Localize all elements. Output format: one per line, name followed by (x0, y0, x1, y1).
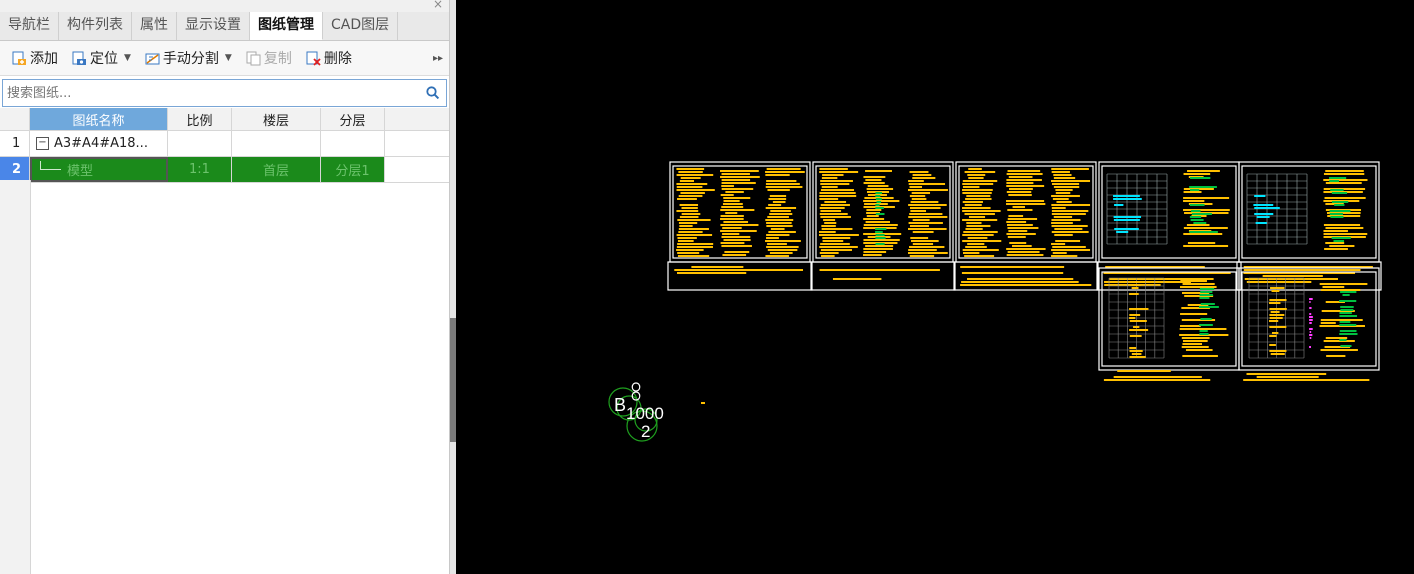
collapse-toggle-icon[interactable]: − (36, 137, 49, 150)
drawing-table: 图纸名称 比例 楼层 分层 1 − A3#A4#A18... 2 模型 1:1 … (0, 108, 449, 574)
table-row[interactable]: 1 − A3#A4#A18... (0, 131, 449, 157)
marker-label-a: B (614, 395, 626, 415)
drawing-manager-panel: × 导航栏 构件列表 属性 显示设置 图纸管理 CAD图层 添加 定位 ▼ 手动… (0, 0, 450, 574)
drawing-name-cell[interactable]: − A3#A4#A18... (30, 131, 168, 156)
tab-display-settings[interactable]: 显示设置 (177, 12, 250, 40)
tab-cad-layers[interactable]: CAD图层 (323, 12, 399, 40)
tree-branch-line (40, 161, 61, 170)
layer-cell[interactable] (321, 131, 385, 156)
layer-cell[interactable]: 分层1 (321, 157, 385, 182)
panel-title-strip: × (0, 0, 449, 12)
floor-cell[interactable] (232, 131, 321, 156)
tab-properties[interactable]: 属性 (132, 12, 177, 40)
column-header-floor[interactable]: 楼层 (232, 108, 321, 130)
floor-cell[interactable]: 首层 (232, 157, 321, 182)
drawing-toolbar: 添加 定位 ▼ 手动分割 ▼ 复制 删除 ▸▸ (0, 41, 449, 76)
row-index: 1 (0, 131, 30, 156)
column-header-name[interactable]: 图纸名称 (30, 108, 168, 130)
locate-button[interactable]: 定位 ▼ (66, 48, 137, 68)
origin-marker[interactable]: B 1000 2 (608, 382, 664, 442)
cad-canvas[interactable]: B 1000 2 (456, 0, 1414, 574)
copy-icon (246, 51, 261, 66)
manual-split-icon (145, 51, 160, 66)
copy-button[interactable]: 复制 (240, 48, 298, 68)
stray-mark (701, 402, 705, 404)
scale-cell[interactable] (168, 131, 232, 156)
locate-icon (72, 51, 87, 66)
manual-split-dropdown-icon[interactable]: ▼ (225, 53, 232, 63)
toolbar-overflow-icon[interactable]: ▸▸ (433, 53, 443, 64)
close-panel-icon[interactable]: × (433, 0, 443, 11)
drawing-name-cell[interactable]: 模型 (30, 157, 168, 182)
search-input[interactable] (3, 84, 424, 102)
manual-split-button[interactable]: 手动分割 ▼ (139, 48, 238, 68)
table-header: 图纸名称 比例 楼层 分层 (0, 108, 449, 131)
row-index-header (0, 108, 30, 130)
table-row[interactable]: 2 模型 1:1 首层 分层1 (0, 157, 449, 183)
cad-drawing-view[interactable]: B 1000 2 (456, 0, 1414, 574)
search-box (2, 79, 447, 107)
tab-component-list[interactable]: 构件列表 (59, 12, 132, 40)
delete-button[interactable]: 删除 (300, 48, 358, 68)
panel-tabs: 导航栏 构件列表 属性 显示设置 图纸管理 CAD图层 (0, 12, 449, 41)
search-icon[interactable] (424, 84, 442, 102)
add-button[interactable]: 添加 (6, 48, 64, 68)
tab-navigation[interactable]: 导航栏 (0, 12, 59, 40)
delete-icon (306, 51, 321, 66)
column-header-layer[interactable]: 分层 (321, 108, 385, 130)
add-drawing-icon (12, 51, 27, 66)
scale-cell[interactable]: 1:1 (168, 157, 232, 182)
row-index: 2 (0, 157, 30, 182)
marker-label-b: 1000 (626, 404, 664, 423)
tab-drawing-management[interactable]: 图纸管理 (250, 12, 323, 40)
marker-label-c: 2 (641, 422, 650, 441)
drawing-sheets (667, 161, 1382, 381)
column-header-scale[interactable]: 比例 (168, 108, 232, 130)
locate-dropdown-icon[interactable]: ▼ (124, 53, 131, 63)
row-header-column (0, 180, 31, 574)
